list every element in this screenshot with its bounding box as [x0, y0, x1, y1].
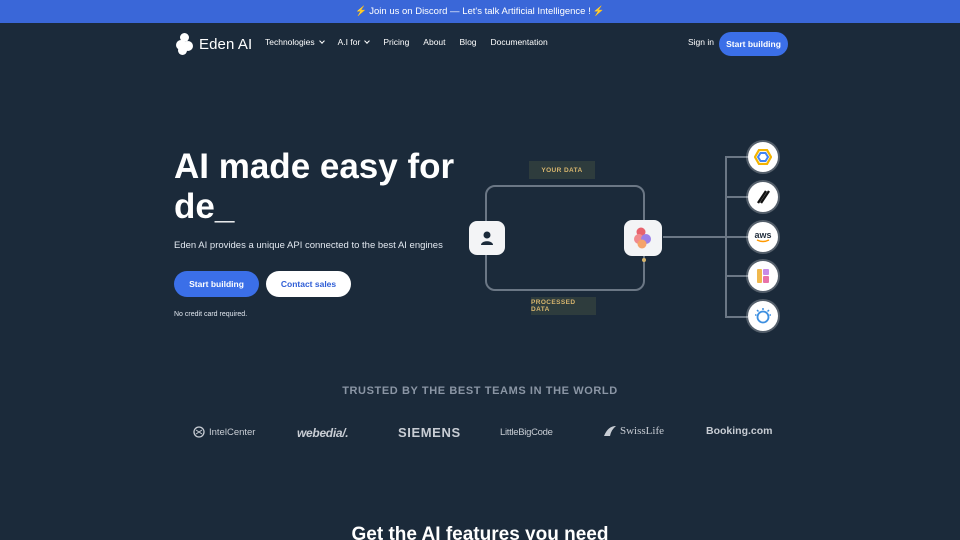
main-navigation: Eden AI Technologies A.I for Pricing Abo… [0, 23, 960, 65]
features-section-title: Get the AI features you need [351, 524, 609, 540]
intelcenter-icon [193, 426, 205, 438]
user-node [469, 221, 505, 255]
eden-ai-node [624, 220, 662, 256]
no-credit-card-note: No credit card required. [174, 311, 248, 318]
contact-sales-button[interactable]: Contact sales [266, 271, 351, 297]
sign-in-link[interactable]: Sign in [688, 37, 714, 47]
lightning-icon: ⚡ [355, 6, 368, 17]
booking-logo: Booking.com [706, 425, 773, 437]
customer-logos: IntelCenter webedia/. SIEMENS LittleBigC… [0, 425, 960, 445]
google-cloud-icon [748, 142, 778, 172]
start-building-button[interactable]: Start building [719, 32, 788, 56]
lightning-icon: ⚡ [592, 6, 605, 17]
nav-item-technologies[interactable]: Technologies [265, 37, 325, 47]
api-flow-diagram: YOUR DATA PROCESSED DATA aws [465, 140, 785, 340]
nav-item-documentation[interactable]: Documentation [491, 37, 548, 47]
eden-ai-color-logo-icon [634, 227, 651, 249]
webedia-logo: webedia/. [297, 426, 349, 440]
gradient-logo-icon [748, 261, 778, 291]
chevron-down-icon [364, 37, 371, 44]
hero-subtitle: Eden AI provides a unique API connected … [174, 240, 443, 251]
announcement-text[interactable]: Join us on Discord — Let's talk Artifici… [369, 6, 590, 17]
hero-title: AI made easy for de_ [174, 147, 464, 227]
announcement-bar[interactable]: ⚡ Join us on Discord — Let's talk Artifi… [0, 0, 960, 23]
stripes-logo-icon [748, 182, 778, 212]
logo-text: Eden AI [199, 35, 253, 53]
nav-menu: Technologies A.I for Pricing About Blog … [265, 37, 548, 47]
chevron-down-icon [318, 37, 325, 44]
site-logo[interactable]: Eden AI [176, 33, 252, 55]
hero-start-building-button[interactable]: Start building [174, 271, 259, 297]
nav-item-pricing[interactable]: Pricing [383, 37, 409, 47]
swisslife-icon [604, 426, 616, 436]
aws-icon: aws [748, 222, 778, 252]
littlebigcode-logo: LittleBigCode [500, 427, 553, 438]
trusted-heading: TRUSTED BY THE BEST TEAMS IN THE WORLD [342, 385, 618, 397]
nav-item-about[interactable]: About [423, 37, 445, 47]
processed-data-tag: PROCESSED DATA [531, 297, 596, 315]
nav-item-blog[interactable]: Blog [460, 37, 477, 47]
swisslife-logo: SwissLife [603, 425, 664, 437]
eden-ai-logo-icon [176, 33, 194, 55]
ibm-watson-icon [748, 301, 778, 331]
your-data-tag: YOUR DATA [529, 161, 595, 179]
nav-item-ai-for[interactable]: A.I for [338, 37, 371, 47]
user-icon [481, 231, 493, 245]
intelcenter-logo: IntelCenter [193, 426, 255, 438]
typing-text: de_ [174, 187, 235, 226]
siemens-logo: SIEMENS [398, 425, 461, 440]
